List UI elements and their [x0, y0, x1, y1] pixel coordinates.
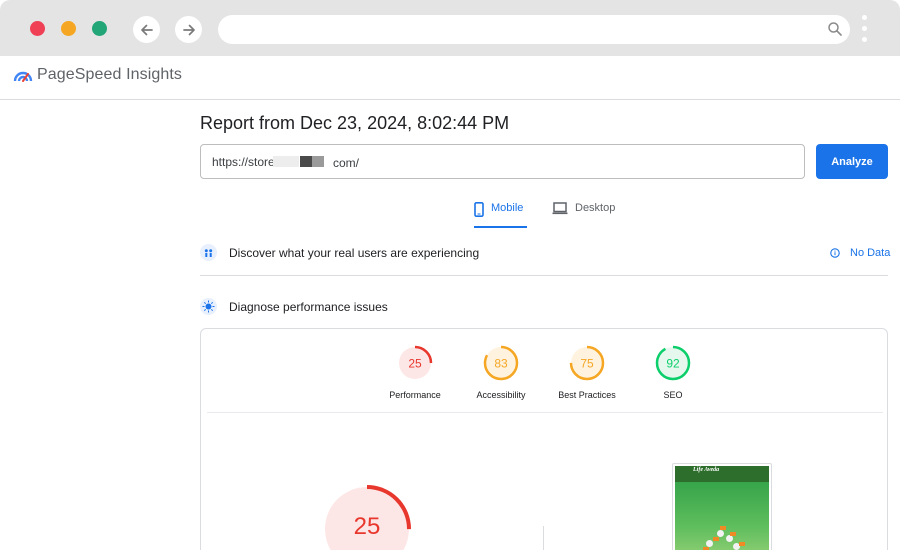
- page-screenshot-thumbnail: Life Aveda: [672, 463, 772, 550]
- thumbnail-topbar: [675, 466, 769, 482]
- thumbnail-site-logo: Life Aveda: [693, 467, 720, 473]
- seo-label: SEO: [663, 390, 683, 400]
- accessibility-gauge-ring: 83: [483, 345, 519, 381]
- close-window-button[interactable]: [30, 21, 45, 36]
- best-practices-score: 75: [580, 357, 594, 371]
- diagnose-section-header: Diagnose performance issues: [200, 298, 388, 315]
- lighthouse-icon: [200, 298, 217, 315]
- address-bar[interactable]: [218, 15, 850, 44]
- best-practices-gauge[interactable]: 75 Best Practices: [547, 345, 627, 400]
- tab-mobile[interactable]: Mobile: [474, 198, 527, 228]
- thumbnail-tag: [730, 532, 736, 536]
- thumbnail-tag: [713, 537, 719, 541]
- vertical-divider: [543, 526, 544, 550]
- analyze-button[interactable]: Analyze: [816, 144, 888, 179]
- seo-gauge[interactable]: 92 SEO: [633, 345, 713, 400]
- score-card: [200, 328, 888, 550]
- arrow-right-icon: [182, 24, 195, 35]
- performance-gauge[interactable]: 25 Performance: [375, 345, 455, 400]
- url-suffix: com/: [333, 156, 360, 170]
- redacted-url-part: [273, 156, 299, 167]
- maximize-window-button[interactable]: [92, 21, 107, 36]
- performance-label: Performance: [389, 390, 441, 400]
- thumbnail-product: [706, 540, 713, 547]
- users-icon: [200, 244, 217, 261]
- best-practices-gauge-ring: 75: [569, 345, 605, 381]
- back-button[interactable]: [133, 16, 160, 43]
- accessibility-label: Accessibility: [476, 390, 526, 400]
- thumbnail-product: [717, 530, 724, 537]
- accessibility-gauge[interactable]: 83 Accessibility: [461, 345, 541, 400]
- no-data-status[interactable]: No Data: [830, 247, 890, 259]
- best-practices-label: Best Practices: [558, 390, 616, 400]
- info-icon: [830, 248, 840, 258]
- tab-desktop[interactable]: Desktop: [552, 198, 615, 228]
- redacted-url-part: [300, 156, 312, 167]
- minimize-window-button[interactable]: [61, 21, 76, 36]
- browser-chrome: [0, 0, 900, 56]
- thumbnail-product: [726, 535, 733, 542]
- seo-score: 92: [666, 357, 680, 371]
- no-data-label: No Data: [850, 247, 891, 259]
- app-title[interactable]: PageSpeed Insights: [37, 66, 182, 84]
- thumbnail-tag: [720, 526, 726, 530]
- thumbnail-banner: [675, 482, 769, 550]
- section-divider: [200, 275, 888, 276]
- arrow-left-icon: [140, 24, 153, 35]
- performance-main-score: 25: [354, 513, 381, 540]
- tab-mobile-label: Mobile: [491, 202, 524, 214]
- report-title: Report from Dec 23, 2024, 8:02:44 PM: [200, 113, 510, 133]
- diagnose-label: Diagnose performance issues: [229, 299, 388, 314]
- thumbnail-tag: [739, 542, 745, 546]
- search-icon[interactable]: [827, 21, 843, 37]
- site-header: PageSpeed Insights: [0, 56, 900, 100]
- performance-score: 25: [408, 357, 422, 371]
- discover-section-header: Discover what your real users are experi…: [200, 244, 479, 261]
- forward-button[interactable]: [175, 16, 202, 43]
- smartphone-icon: [474, 202, 484, 217]
- laptop-icon: [552, 202, 568, 215]
- discover-label: Discover what your real users are experi…: [229, 245, 480, 260]
- card-divider: [207, 412, 883, 413]
- pagespeed-logo-icon[interactable]: [13, 68, 33, 84]
- performance-main-gauge: 25: [323, 485, 411, 550]
- seo-gauge-ring: 92: [655, 345, 691, 381]
- redacted-url-part: [312, 156, 324, 167]
- tab-desktop-label: Desktop: [575, 202, 616, 214]
- browser-menu-icon[interactable]: [862, 15, 868, 45]
- accessibility-score: 83: [494, 357, 508, 371]
- performance-gauge-ring: 25: [397, 345, 433, 381]
